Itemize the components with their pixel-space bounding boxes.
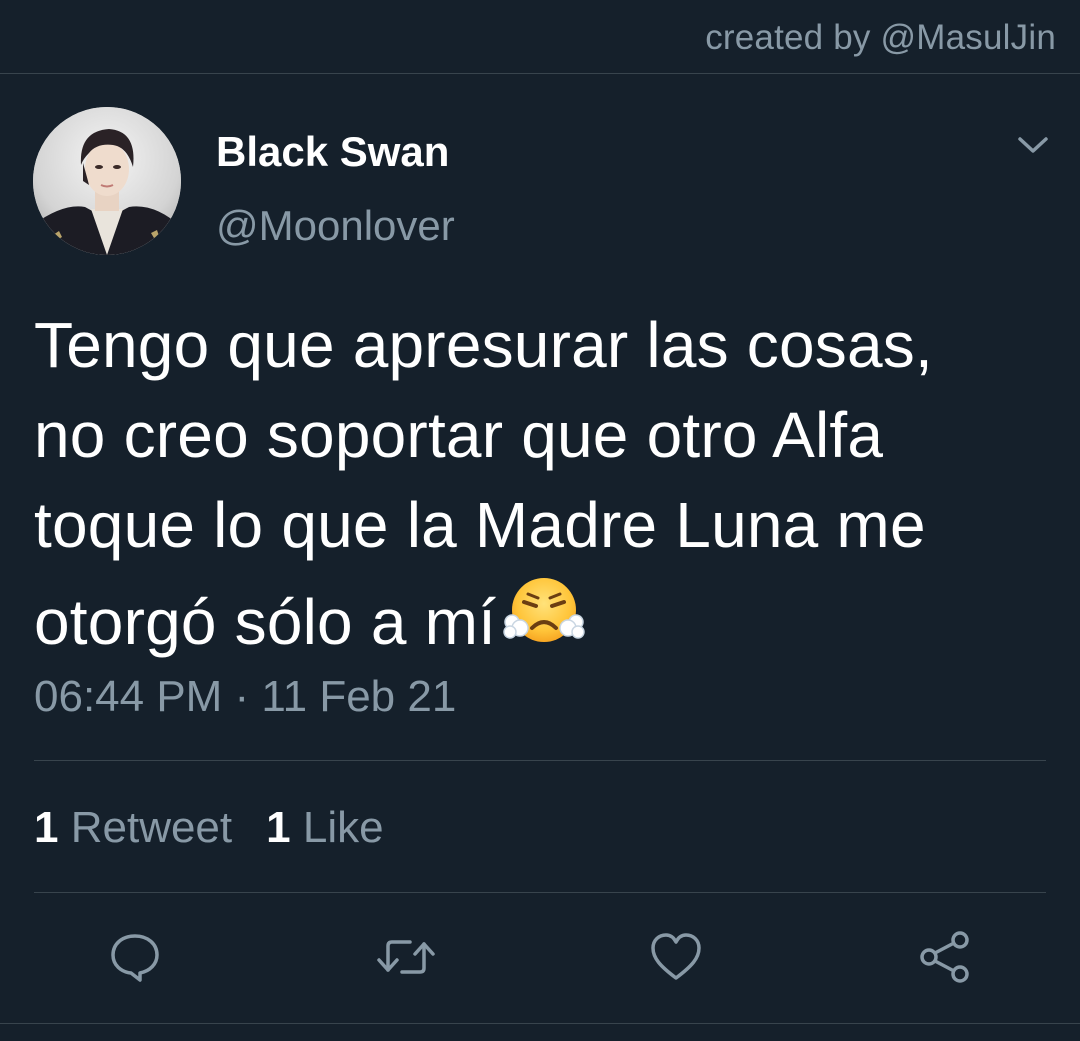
tweet-text-line: no creo soportar que otro Alfa [34, 399, 884, 471]
top-divider [0, 73, 1080, 74]
author-handle[interactable]: @Moonlover [216, 202, 455, 250]
share-button[interactable] [918, 930, 972, 984]
tweet-text: Tengo que apresurar las cosas, no creo s… [34, 300, 1054, 667]
bottom-divider [0, 1023, 1080, 1024]
credit-text: created by @MasulJin [705, 18, 1056, 57]
retweets-stat[interactable]: 1 Retweet [34, 803, 232, 852]
share-icon [918, 930, 972, 984]
tweet-text-line: otorgó sólo a mí [34, 586, 497, 658]
tweet-stats: 1 Retweet 1 Like [34, 803, 384, 853]
author-display-name[interactable]: Black Swan [216, 128, 449, 176]
tweet-text-line: Tengo que apresurar las cosas, [34, 309, 933, 381]
retweet-icon [374, 930, 435, 984]
face-with-steam-from-nose-icon [502, 570, 586, 654]
chevron-down-icon[interactable] [1016, 134, 1050, 158]
stats-divider-top [34, 760, 1046, 761]
stats-divider-bottom [34, 892, 1046, 893]
retweet-button[interactable] [374, 930, 435, 984]
like-button[interactable] [648, 930, 702, 984]
retweets-count: 1 [34, 803, 59, 852]
tweet-text-line: toque lo que la Madre Luna me [34, 489, 926, 561]
avatar[interactable] [33, 107, 181, 255]
heart-icon [648, 930, 702, 984]
tweet-timestamp[interactable]: 06:44 PM · 11 Feb 21 [34, 672, 456, 722]
likes-stat[interactable]: 1 Like [266, 803, 383, 852]
reply-icon [108, 930, 162, 984]
reply-button[interactable] [108, 930, 162, 984]
likes-count: 1 [266, 803, 291, 852]
likes-label: Like [302, 803, 384, 852]
retweets-label: Retweet [70, 803, 233, 852]
